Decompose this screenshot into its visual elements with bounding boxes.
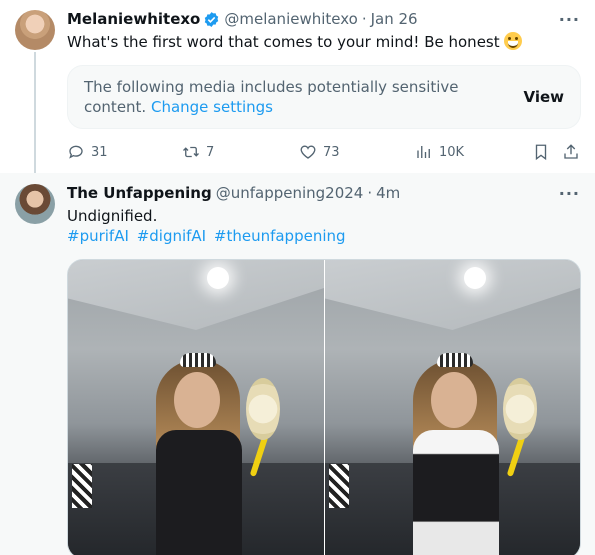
verified-badge-icon[interactable] — [203, 11, 220, 28]
thread-connector-line — [34, 52, 36, 173]
pillow — [72, 464, 92, 508]
reply-count: 31 — [91, 144, 108, 160]
bookmark-button[interactable] — [532, 143, 556, 161]
share-button[interactable] — [562, 143, 586, 161]
tweet-text-content: What's the first word that comes to your… — [67, 33, 500, 51]
views-button[interactable]: 10K — [415, 143, 464, 161]
feather-duster — [503, 378, 537, 440]
grinning-face-icon — [503, 32, 522, 50]
figure-outfit — [156, 430, 242, 555]
figure-outfit — [413, 430, 499, 555]
ceiling-light — [464, 267, 486, 289]
view-button[interactable]: View — [523, 88, 564, 106]
more-options-icon[interactable]: ··· — [559, 10, 580, 29]
figure-face — [431, 372, 477, 428]
headband — [437, 353, 473, 367]
timestamp[interactable]: 4m — [376, 184, 400, 202]
retweet-button[interactable]: 7 — [182, 143, 214, 161]
tweet-header: The Unfappening @unfappening2024 · 4m — [67, 184, 400, 202]
more-options-icon[interactable]: ··· — [559, 184, 580, 203]
hashtag-link[interactable]: #purifAI — [67, 227, 129, 245]
view-count: 10K — [439, 144, 465, 160]
figure-face — [174, 372, 220, 428]
share-icon — [564, 144, 578, 159]
display-name[interactable]: Melaniewhitexo — [67, 10, 200, 28]
bookmark-icon — [535, 144, 547, 161]
views-chart-icon — [417, 146, 430, 158]
sensitive-notice-text: The following media includes potentially… — [84, 77, 484, 117]
separator-dot: · — [367, 184, 373, 202]
reply-button[interactable]: 31 — [67, 143, 108, 161]
reply-icon — [69, 145, 83, 159]
handle[interactable]: @unfappening2024 — [216, 184, 364, 202]
hashtag-link[interactable]: #dignifAI — [137, 227, 206, 245]
like-button[interactable]: 73 — [299, 143, 340, 161]
retweet-icon — [183, 146, 199, 158]
tweet-text: Undignified. — [67, 207, 158, 225]
ceiling — [325, 260, 580, 330]
avatar[interactable] — [15, 10, 55, 50]
media-grid — [67, 259, 581, 555]
timestamp[interactable]: Jan 26 — [371, 10, 418, 28]
handle[interactable]: @melaniewhitexo — [224, 10, 357, 28]
hashtag-list: #purifAI #dignifAI #theunfappening — [67, 226, 349, 246]
ceiling — [68, 260, 324, 330]
separator-dot: · — [361, 10, 367, 28]
change-settings-link[interactable]: Change settings — [151, 98, 273, 116]
ceiling-light — [207, 267, 229, 289]
media-photo[interactable] — [324, 260, 580, 555]
action-bar: 31 7 73 10K — [67, 143, 581, 163]
tweet-melaniewhitexo[interactable]: Melaniewhitexo @melaniewhitexo · Jan 26 … — [0, 0, 595, 173]
display-name[interactable]: The Unfappening — [67, 184, 212, 202]
like-count: 73 — [323, 144, 340, 160]
avatar[interactable] — [15, 184, 55, 224]
retweet-count: 7 — [206, 144, 215, 160]
feather-duster — [246, 378, 280, 440]
heart-icon — [300, 145, 316, 159]
tweet-header: Melaniewhitexo @melaniewhitexo · Jan 26 — [67, 10, 418, 28]
hashtag-link[interactable]: #theunfappening — [214, 227, 346, 245]
headband — [180, 353, 216, 367]
media-photo[interactable] — [68, 260, 324, 555]
sensitive-media-notice: The following media includes potentially… — [67, 65, 581, 129]
tweet-text: What's the first word that comes to your… — [67, 32, 522, 52]
pillow — [329, 464, 349, 508]
